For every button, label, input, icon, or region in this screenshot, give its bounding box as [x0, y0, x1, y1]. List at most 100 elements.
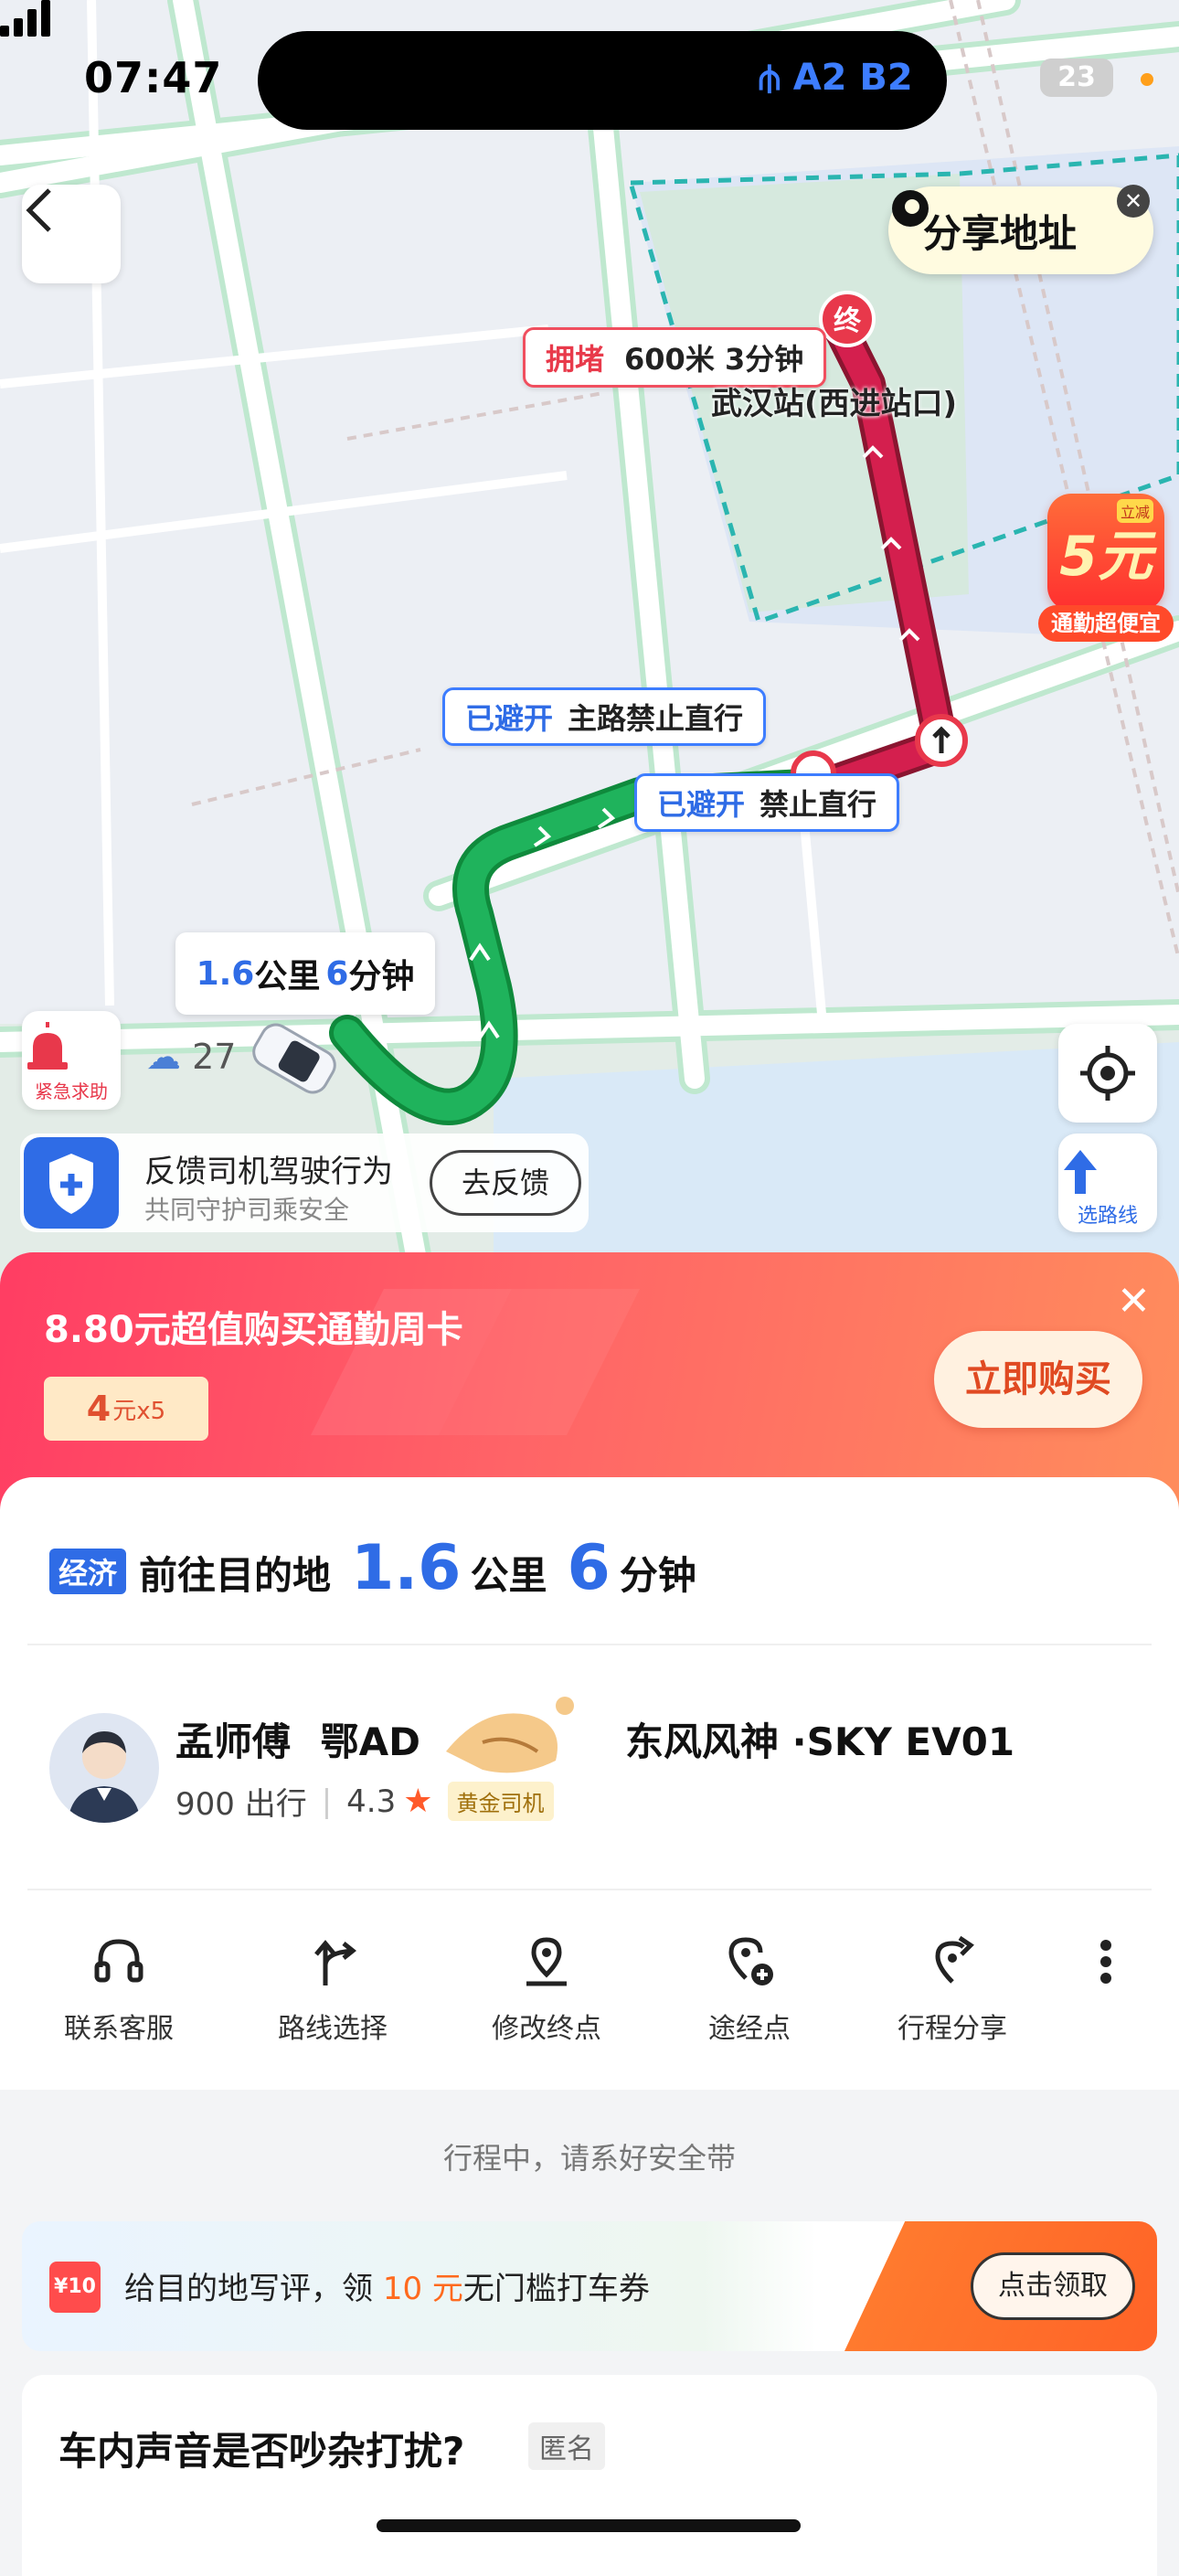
avoided-text: 主路禁止直行 [568, 701, 744, 736]
plate-mask-sticker [446, 1697, 574, 1773]
close-icon[interactable]: ✕ [1117, 1278, 1151, 1325]
promo-amount: 5元 [1059, 525, 1152, 589]
route-select-button[interactable]: 选路线 [1058, 1134, 1157, 1232]
weather: ☁ 27 [146, 1037, 236, 1077]
feedback-subtitle: 共同守护司乘安全 [144, 1195, 350, 1225]
trip-distance: 1.6 [351, 1532, 462, 1604]
metro-text: A2 B2 [792, 57, 913, 99]
home-indicator[interactable] [377, 2519, 801, 2532]
congestion-tag: 拥堵 [546, 342, 605, 377]
cloud-sun-icon: ☁ [146, 1037, 181, 1077]
survey-question: 车内声音是否吵杂打扰? [58, 2429, 465, 2474]
noise-survey-card: 车内声音是否吵杂打扰? 匿名 [22, 2375, 1157, 2576]
status-time: 07:47 [84, 53, 223, 102]
coupon-icon: ¥10 [49, 2262, 101, 2313]
battery-indicator: 23 [1040, 59, 1113, 97]
driver-name-plate: 孟师傅 鄂AD [175, 1711, 420, 1767]
divider [27, 1889, 1152, 1890]
action-customer-service[interactable]: 联系客服 [27, 1925, 210, 2046]
action-bar: 联系客服 路线选择 修改终点 途经点 行程分享 [0, 1925, 1179, 2062]
eta-distance: 1.6 [196, 954, 255, 993]
promo-badge-tag: 立减 [1117, 499, 1154, 523]
alarm-icon [27, 1022, 68, 1070]
destination-pin: 终 [819, 291, 876, 347]
sos-button[interactable]: 紧急求助 [22, 1011, 121, 1110]
stat-separator: | [321, 1783, 333, 1820]
waypoint-add-icon [658, 1925, 841, 1998]
action-waypoint[interactable]: 途经点 [658, 1925, 841, 2046]
privacy-dot [1141, 73, 1153, 86]
more-options-button[interactable] [1069, 1925, 1142, 1998]
eta-distance-unit: 公里 [254, 958, 321, 995]
status-bar: 07:47 ⫛ A2 B2 23 [0, 0, 1179, 155]
eta-time: 6 [325, 954, 349, 993]
trip-distance-unit: 公里 [470, 1553, 547, 1598]
avoided-text: 禁止直行 [759, 787, 877, 822]
promo-coupon-value: 4 [86, 1389, 112, 1429]
promo-title: 8.80元超值购买通勤周卡 [44, 1309, 463, 1351]
seatbelt-notice: 行程中，请系好安全带 [442, 2141, 736, 2176]
avoided-bubble-straight: 已避开 禁止直行 [634, 773, 900, 832]
action-route-choice[interactable]: 路线选择 [241, 1925, 424, 2046]
anonymous-tag: 匿名 [528, 2422, 605, 2470]
promo-coupon-unit: 元x5 [112, 1397, 166, 1425]
map-view[interactable]: 07:47 ⫛ A2 B2 23 分享地址 ✕ 终 拥堵 600米 3分钟 武汉… [0, 0, 1179, 1280]
share-address-label: 分享地址 [923, 210, 1078, 256]
action-label: 路线选择 [278, 2013, 388, 2045]
close-icon[interactable]: ✕ [1117, 185, 1150, 218]
route-choice-icon [241, 1925, 424, 1998]
promo-coupon: 4 元x5 [44, 1377, 208, 1441]
driver-stats: 900 出行 | 4.3 ★ 黄金司机 [175, 1779, 554, 1824]
action-share-trip[interactable]: 行程分享 [861, 1925, 1044, 2046]
crosshair-icon [1080, 1046, 1135, 1101]
shield-icon [24, 1137, 119, 1229]
action-label: 修改终点 [492, 2013, 601, 2045]
tier-badge: 经济 [49, 1549, 127, 1594]
driver-rating: 4.3 [346, 1783, 397, 1820]
action-edit-destination[interactable]: 修改终点 [455, 1925, 638, 2046]
locate-button[interactable] [1058, 1024, 1157, 1123]
trip-text: 前往目的地 [139, 1553, 332, 1598]
action-label: 途经点 [708, 2013, 791, 2045]
metro-icon: ⫛ [759, 57, 793, 99]
review-text-prefix: 给目的地写评，领 [124, 2271, 383, 2307]
eta-bubble: 1.6 公里 6 分钟 [175, 932, 435, 1015]
buy-now-button[interactable]: 立即购买 [934, 1331, 1142, 1428]
star-icon: ★ [403, 1783, 433, 1820]
back-button[interactable] [22, 185, 121, 283]
arrow-up-icon [1064, 1150, 1097, 1194]
driver-feedback-card[interactable]: 反馈司机驾驶行为 共同守护司乘安全 去反馈 [20, 1134, 589, 1232]
metro-indicator: ⫛ A2 B2 [759, 57, 913, 99]
trip-time-unit: 分钟 [619, 1553, 696, 1598]
signal-icon [0, 0, 50, 37]
commute-promo-badge[interactable]: 5元 立减 通勤超便宜 [1038, 494, 1174, 645]
avoided-tag: 已避开 [657, 787, 746, 822]
destination-name: 武汉站(西进站口) [711, 386, 958, 422]
divider [27, 1644, 1152, 1645]
review-text-suffix: 无门槛打车券 [462, 2271, 650, 2307]
trip-card: 经济 前往目的地 1.6 公里 6 分钟 孟师傅 鄂AD 东风风神 ·SKY E… [0, 1477, 1179, 2090]
car-model: 东风风神 ·SKY EV01 [625, 1719, 1015, 1764]
claim-button[interactable]: 点击领取 [971, 2252, 1135, 2320]
headset-icon [27, 1925, 210, 1998]
congestion-detail: 600米 3分钟 [624, 342, 804, 377]
review-coupon-banner[interactable]: ¥10 给目的地写评，领 10 元无门槛打车券 点击领取 [22, 2221, 1157, 2351]
feedback-title: 反馈司机驾驶行为 [144, 1154, 393, 1190]
weather-temp: 27 [192, 1037, 237, 1077]
driver-avatar[interactable] [49, 1713, 159, 1823]
route-select-label: 选路线 [1077, 1205, 1138, 1228]
eta-time-unit: 分钟 [348, 958, 415, 995]
driver-name: 孟师傅 [175, 1719, 292, 1764]
trip-time: 6 [567, 1532, 611, 1604]
review-text: 给目的地写评，领 10 元无门槛打车券 [124, 2263, 650, 2308]
gold-driver-badge: 黄金司机 [447, 1782, 554, 1821]
feedback-button[interactable]: 去反馈 [430, 1150, 581, 1216]
edit-destination-icon [455, 1925, 638, 1998]
license-plate: 鄂AD [320, 1719, 421, 1764]
share-address-button[interactable]: 分享地址 [888, 186, 1153, 274]
driver-rides: 900 出行 [175, 1786, 307, 1823]
action-label: 行程分享 [898, 2013, 1007, 2045]
more-vertical-icon [1069, 1925, 1142, 1998]
trip-summary: 经济 前往目的地 1.6 公里 6 分钟 [49, 1532, 696, 1604]
avoided-tag: 已避开 [465, 701, 554, 736]
